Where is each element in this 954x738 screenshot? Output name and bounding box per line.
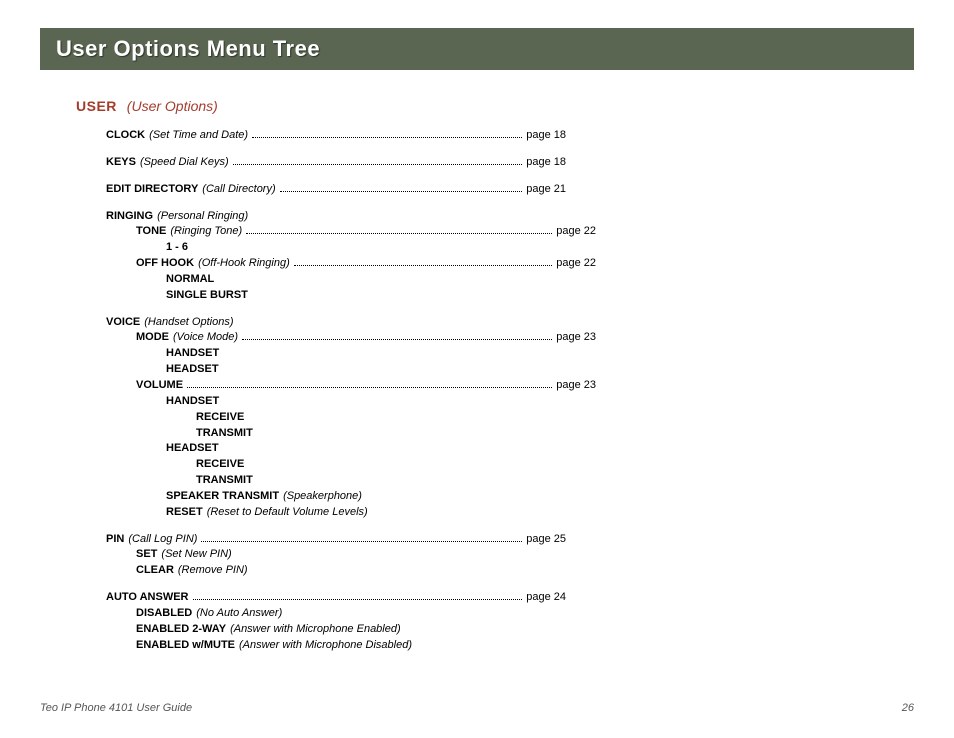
footer-page-number: 26	[902, 702, 914, 714]
item-vol-handset: HANDSET	[166, 394, 626, 409]
item-headset: HEADSET	[166, 362, 626, 377]
footer-doc-title: Teo IP Phone 4101 User Guide	[40, 702, 192, 714]
item-auto-answer: AUTO ANSWER page 24	[106, 590, 566, 605]
item-clock: CLOCK (Set Time and Date) page 18	[106, 128, 566, 143]
item-speaker-transmit: SPEAKER TRANSMIT (Speakerphone)	[166, 489, 626, 504]
page-title-bar: User Options Menu Tree	[40, 28, 914, 70]
item-volume: VOLUME page 23	[136, 378, 596, 393]
item-enabled-2way: ENABLED 2-WAY (Answer with Microphone En…	[136, 622, 596, 637]
item-ringing: RINGING (Personal Ringing)	[106, 209, 566, 224]
item-tone: TONE (Ringing Tone) page 22	[136, 224, 596, 239]
item-pin: PIN (Call Log PIN) page 25	[106, 532, 566, 547]
item-tone-range: 1 - 6	[166, 240, 626, 255]
item-normal: NORMAL	[166, 272, 626, 287]
item-vol-headset: HEADSET	[166, 441, 626, 456]
item-vol-transmit-2: TRANSMIT	[196, 473, 656, 488]
section-main: USER	[76, 98, 117, 114]
item-vol-transmit-1: TRANSMIT	[196, 426, 656, 441]
item-vol-receive-1: RECEIVE	[196, 410, 656, 425]
item-handset: HANDSET	[166, 346, 626, 361]
item-vol-receive-2: RECEIVE	[196, 457, 656, 472]
item-keys: KEYS (Speed Dial Keys) page 18	[106, 155, 566, 170]
item-enabled-mute: ENABLED w/MUTE (Answer with Microphone D…	[136, 638, 596, 653]
section-header: USER (User Options)	[76, 98, 914, 114]
item-disabled: DISABLED (No Auto Answer)	[136, 606, 596, 621]
item-single-burst: SINGLE BURST	[166, 288, 626, 303]
page-footer: Teo IP Phone 4101 User Guide 26	[40, 702, 914, 714]
section-sub: (User Options)	[127, 98, 218, 114]
item-pin-set: SET (Set New PIN)	[136, 547, 596, 562]
item-voice: VOICE (Handset Options)	[106, 315, 566, 330]
menu-tree: CLOCK (Set Time and Date) page 18 KEYS (…	[106, 128, 914, 652]
item-edit-directory: EDIT DIRECTORY (Call Directory) page 21	[106, 182, 566, 197]
item-offhook: OFF HOOK (Off-Hook Ringing) page 22	[136, 256, 596, 271]
item-mode: MODE (Voice Mode) page 23	[136, 330, 596, 345]
item-reset: RESET (Reset to Default Volume Levels)	[166, 505, 626, 520]
item-pin-clear: CLEAR (Remove PIN)	[136, 563, 596, 578]
